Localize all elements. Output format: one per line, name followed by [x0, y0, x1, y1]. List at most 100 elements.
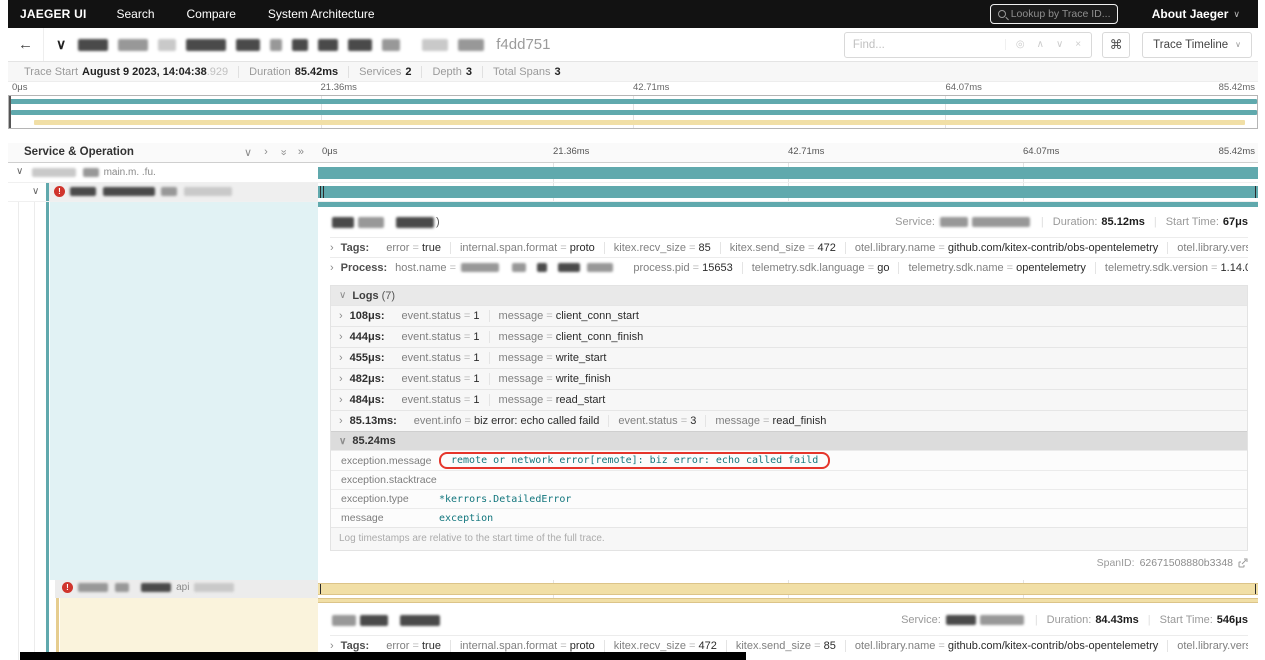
minimap-range-handle[interactable] [9, 96, 11, 128]
logs-header[interactable]: ∨ Logs (7) [331, 286, 1247, 305]
nav-item-compare[interactable]: Compare [187, 7, 236, 21]
tick-label: 0μs [322, 146, 338, 157]
timeline-minimap: 0μs 21.36ms 42.71ms 64.07ms 85.42ms [8, 82, 1258, 131]
expand-one-icon[interactable]: › [264, 146, 268, 159]
tick-label: 42.71ms [788, 146, 825, 157]
log-field: event.status1 [393, 394, 489, 406]
span-tag: otel.library.versionsemver:0.29.0 [1167, 241, 1248, 254]
span-id-row: SpanID: 62671508880b3348 [330, 557, 1248, 569]
log-row[interactable]: › 108μs: event.status1messageclient_conn… [331, 305, 1247, 326]
tags-expander-row[interactable]: › Tags: errortrueinternal.span.formatpro… [330, 237, 1248, 257]
row-collapse-icon[interactable]: ∨ [32, 186, 39, 197]
find-control-icon[interactable]: ∧ [1037, 39, 1044, 50]
span-name-redacted[interactable]: main.m. .fu. [30, 167, 156, 178]
redacted-text [400, 614, 440, 626]
chevron-down-icon: ∨ [339, 290, 347, 301]
expanded-log-header[interactable]: ∨ 85.24ms [331, 431, 1247, 450]
expand-all-icon[interactable]: » [298, 146, 304, 159]
redacted-text [318, 38, 339, 51]
row-collapse-icon[interactable]: ∨ [16, 166, 23, 177]
span-tag: internal.span.formatproto [449, 639, 604, 652]
collapse-all-icon[interactable]: » [276, 149, 289, 155]
redacted-text [396, 216, 434, 228]
keyboard-shortcuts-button[interactable]: ⌘ [1102, 31, 1131, 58]
span-tag: kitex.recv_size85 [603, 241, 720, 254]
span-tag: telemetry.sdk.languagego [741, 261, 899, 274]
find-control-icon[interactable]: × [1075, 39, 1081, 50]
about-jaeger-menu[interactable]: About Jaeger ∨ [1152, 7, 1240, 21]
log-row[interactable]: › 482μs: event.status1messagewrite_finis… [331, 368, 1247, 389]
log-row[interactable]: › 85.13ms: event.infobiz error: echo cal… [331, 410, 1247, 431]
exception-message-annotation: remote or network error[remote]: biz err… [439, 452, 831, 469]
span-tag: internal.span.formatproto [449, 241, 604, 254]
chevron-right-icon: › [330, 241, 334, 254]
back-button[interactable]: ← [8, 28, 44, 61]
redacted-text [158, 38, 177, 51]
jaeger-app: JAEGER UI Search Compare System Architec… [8, 0, 1258, 660]
trace-id-lookup-input[interactable] [1010, 8, 1110, 20]
log-row[interactable]: › 455μs: event.status1messagewrite_start [331, 347, 1247, 368]
process-expander-row[interactable]: › Process: host.name process.pid1 [330, 257, 1248, 277]
redacted-text [118, 38, 149, 51]
redacted-text [939, 217, 968, 227]
chevron-right-icon: › [339, 415, 343, 427]
trace-id-lookup[interactable] [989, 4, 1118, 24]
span-bar-server[interactable] [318, 583, 1258, 595]
span-row-root: ∨ main.m. .fu. [8, 163, 1258, 183]
tree-controls: ∨ › » » [244, 146, 304, 159]
log-row[interactable]: › 444μs: event.status1messageclient_conn… [331, 326, 1247, 347]
span-row-server: ! api [8, 580, 1258, 598]
trace-summary-bar: Trace Start August 9 2023, 14:04:38.929 D… [8, 62, 1258, 82]
minimap-canvas[interactable] [8, 95, 1258, 129]
redacted-text [382, 38, 401, 51]
log-field: messagewrite_finish [488, 373, 620, 385]
collapse-trace-icon[interactable]: ∨ [56, 36, 66, 53]
kv-row-exception-message: exception.message remote or network erro… [331, 450, 1247, 470]
find-control-icon[interactable]: ◎ [1016, 39, 1025, 50]
log-field: event.status1 [393, 331, 489, 343]
span-tag: process.pid15653 [624, 262, 741, 274]
trace-view-selector[interactable]: Trace Timeline ∨ [1142, 31, 1252, 58]
chevron-right-icon: › [339, 310, 343, 322]
error-icon: ! [54, 186, 65, 197]
redacted-text [270, 38, 283, 51]
span-name-redacted[interactable]: ! api [62, 582, 236, 593]
span-tag: host.name [395, 262, 624, 274]
detail-span-bar[interactable] [318, 598, 1258, 603]
chevron-right-icon: › [339, 394, 343, 406]
find-input[interactable] [844, 38, 1005, 51]
chevron-right-icon: › [330, 261, 334, 274]
collapse-one-icon[interactable]: ∨ [244, 146, 252, 159]
chevron-down-icon: ∨ [339, 435, 347, 447]
find-control-icon[interactable]: ∨ [1056, 39, 1063, 50]
span-tag: otel.library.versionsemver:0.29.0 [1167, 639, 1248, 652]
find-controls: ◎ ∧ ∨ × [1004, 39, 1091, 50]
span-detail-server: Service: | Duration: 84.43ms | Start Time… [8, 598, 1258, 660]
redacted-text [332, 614, 356, 626]
link-icon[interactable] [1238, 558, 1248, 568]
selected-span-backdrop [60, 598, 318, 660]
nav-item-search[interactable]: Search [116, 7, 154, 21]
chevron-down-icon: ∨ [1233, 8, 1240, 19]
redacted-text [348, 38, 373, 51]
log-field: messagewrite_start [488, 352, 616, 364]
log-field: event.status1 [393, 373, 489, 385]
trace-header-bar: ← ∨ f4dd751 ◎ ∧ ∨ × ⌘ Trace Timeline ∨ [8, 28, 1258, 62]
minimap-span-bar [9, 99, 1257, 104]
nav-item-system-architecture[interactable]: System Architecture [268, 7, 375, 21]
log-row[interactable]: › 484μs: event.status1messageread_start [331, 389, 1247, 410]
tick-label: 64.07ms [1023, 146, 1060, 157]
span-bar-root[interactable] [318, 167, 1258, 179]
span-tag: errortrue [377, 640, 450, 652]
brand-logo[interactable]: JAEGER UI [20, 7, 86, 21]
log-kv-table: exception.message remote or network erro… [331, 450, 1247, 527]
span-tag: otel.library.namegithub.com/kitex-contri… [844, 639, 1168, 652]
detail-title-row: Service: | Duration: 84.43ms | Start Time… [330, 605, 1248, 635]
selected-span-backdrop [50, 202, 318, 580]
tick-label: 42.71ms [633, 82, 670, 93]
kv-row-exception-type: exception.type *kerrors.DetailedError [331, 489, 1247, 508]
span-bar-client[interactable] [318, 186, 1258, 198]
log-field: event.status1 [393, 352, 489, 364]
span-name-redacted[interactable]: ! [54, 186, 234, 197]
find-box: ◎ ∧ ∨ × [843, 31, 1093, 58]
